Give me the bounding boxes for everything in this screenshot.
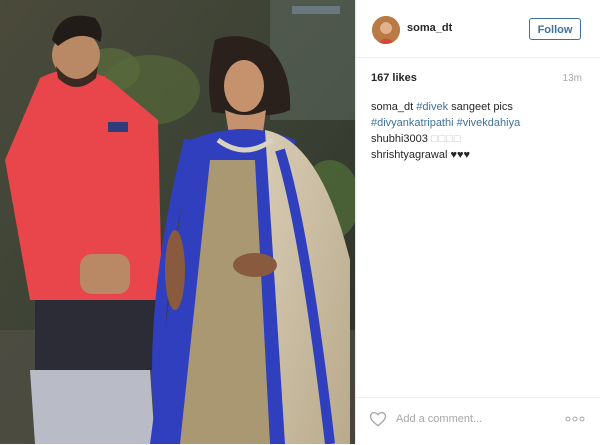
add-comment-input[interactable]: Add a comment... — [396, 413, 482, 425]
likes-count[interactable]: 167 likes — [371, 72, 417, 84]
hashtag-link[interactable]: #divyankatripathi — [371, 117, 454, 129]
heart-outline-icon[interactable] — [369, 410, 387, 428]
comment-item: shrishtyagrawal ♥♥♥ — [371, 147, 586, 163]
more-options-icon[interactable] — [565, 416, 585, 422]
post-header: soma_dt Follow — [356, 0, 600, 58]
comment-text: sangeet pics — [448, 101, 513, 113]
username-link[interactable]: soma_dt — [407, 22, 452, 34]
post-sidebar: soma_dt Follow 167 likes 13m soma_dt #di… — [355, 0, 600, 444]
post-footer: Add a comment... — [356, 397, 600, 445]
avatar-image — [372, 16, 400, 44]
hashtag-link[interactable]: #vivekdahiya — [457, 117, 521, 129]
comment-username[interactable]: shubhi3003 — [371, 133, 428, 145]
hashtag-link[interactable]: #divek — [416, 101, 448, 113]
post-photo[interactable] — [0, 0, 355, 444]
post-photo-illustration — [0, 0, 355, 444]
instagram-post-view: soma_dt Follow 167 likes 13m soma_dt #di… — [0, 0, 600, 444]
comment-text: ♥♥♥ — [450, 149, 471, 161]
comment-username[interactable]: shrishtyagrawal — [371, 149, 447, 161]
comment-username[interactable]: soma_dt — [371, 101, 413, 113]
avatar[interactable] — [372, 16, 400, 44]
follow-button[interactable]: Follow — [529, 18, 581, 40]
comment-item: shubhi3003 □□□□ — [371, 131, 586, 147]
post-timestamp: 13m — [562, 73, 582, 84]
comment-item: soma_dt #divek sangeet pics — [371, 99, 586, 115]
comment-text: □□□□ — [430, 133, 462, 145]
comment-item-continued: #divyankatripathi #vivekdahiya — [371, 115, 586, 131]
comments-list: soma_dt #divek sangeet pics #divyankatri… — [371, 99, 586, 163]
